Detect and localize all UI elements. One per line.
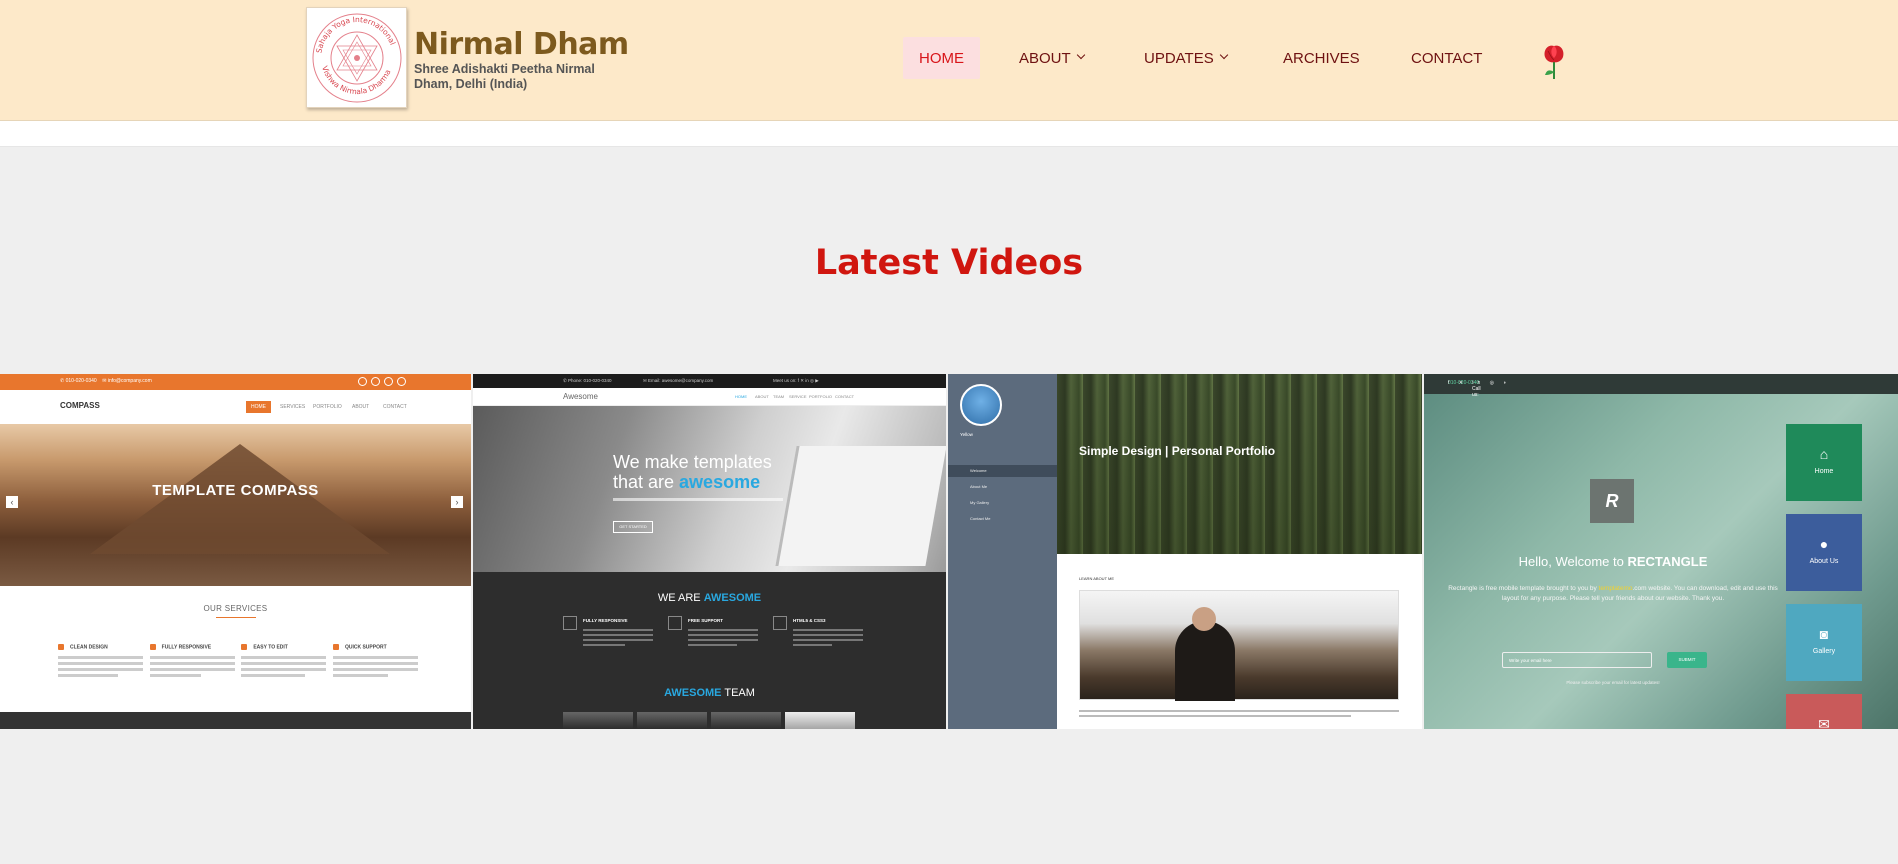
video-thumbnail-awesome[interactable]: ✆ Phone: 010-020-0340 ✉ Email: awesome@c…: [473, 374, 946, 729]
thumb-side-item: Welcome: [948, 465, 1057, 477]
thumb-features: FULLY RESPONSIVE FREE SUPPORT HTML5 & CS…: [563, 616, 863, 649]
site-header: Sahaja Yoga International Vishwa Nirmala…: [0, 0, 1898, 121]
thumb-menu-item: HOME: [246, 401, 271, 413]
videos-row: ✆ 010-020-0340 ✉ info@company.com COMPAS…: [0, 374, 1898, 729]
thumb-social-icons: f ✕ in ◎ ◗: [1448, 380, 1511, 386]
camera-icon: ◙: [1819, 626, 1829, 642]
nav-archives-label: ARCHIVES: [1283, 49, 1360, 67]
thumb-topbar: ✆ 010-020-0340 ✉ info@company.com: [0, 374, 471, 390]
service-item: CLEAN DESIGN: [58, 644, 143, 680]
service-item: QUICK SUPPORT: [332, 644, 418, 680]
thumb-tile-contact: ✉: [1786, 694, 1862, 729]
nav-about[interactable]: ABOUT: [1019, 37, 1085, 79]
chevron-down-icon: [1076, 50, 1085, 60]
thumb-services-title: OUR SERVICES: [203, 604, 268, 613]
thumb-logo: R: [1590, 479, 1634, 523]
avatar: [960, 384, 1002, 426]
thumb-side-item: Contact Me: [970, 516, 991, 521]
thumb-contact-text: ✆ 010-020-0340 ✉ info@company.com: [60, 378, 152, 384]
header-spacer: [0, 121, 1898, 147]
nav-about-label: ABOUT: [1019, 49, 1071, 67]
thumb-hero: TEMPLATE COMPASS ‹ ›: [0, 424, 471, 586]
thumb-hero: Simple Design | Personal Portfolio: [1057, 374, 1422, 554]
site-logo[interactable]: Sahaja Yoga International Vishwa Nirmala…: [306, 7, 407, 108]
thumb-note: Please subscribe your email for latest u…: [1566, 680, 1660, 685]
nav-contact[interactable]: CONTACT: [1411, 37, 1482, 79]
thumb-hero-title: We make templates that are awesome: [613, 452, 772, 492]
svg-text:Sahaja Yoga International: Sahaja Yoga International: [314, 15, 397, 54]
thumb-tile-gallery: ◙ Gallery: [1786, 604, 1862, 681]
thumb-side-item: About Me: [970, 484, 988, 489]
mail-icon: ✉: [1818, 716, 1830, 729]
thumb-section-title: WE ARE AWESOME: [657, 592, 762, 604]
service-item: EASY TO EDIT: [241, 644, 327, 680]
thumb-topbar: Call us: 010-020-0340 f ✕ in ◎ ◗: [1424, 374, 1898, 398]
thumb-menu-item: SERVICES: [280, 404, 306, 410]
thumb-text: [1079, 710, 1399, 720]
thumb-hero-title: Simple Design | Personal Portfolio: [1079, 444, 1276, 458]
thumb-profile-name: Yellow: [960, 432, 973, 437]
user-icon: ●: [1819, 536, 1829, 552]
thumb-hero-title: TEMPLATE COMPASS: [152, 482, 319, 499]
thumb-section-title: LEARN ABOUT ME: [1079, 576, 1115, 581]
thumb-services: CLEAN DESIGN FULLY RESPONSIVE EASY TO ED…: [58, 644, 418, 680]
thumb-nav: COMPASS HOME SERVICES PORTFOLIO ABOUT CO…: [0, 390, 471, 424]
thumb-footer: [0, 712, 471, 729]
thumb-hero-button: GET STARTED: [613, 521, 653, 533]
feature-item: FREE SUPPORT: [668, 616, 758, 649]
divider: [215, 617, 256, 618]
video-thumbnail-rectangle[interactable]: Call us: 010-020-0340 f ✕ in ◎ ◗ R Hello…: [1424, 374, 1898, 729]
thumb-hero-subtitle: [613, 498, 783, 501]
chevron-left-icon: ‹: [6, 496, 18, 508]
nav-updates[interactable]: UPDATES: [1144, 37, 1228, 79]
rose-icon: [1544, 45, 1564, 79]
thumb-nav: Awesome HOME ABOUT TEAM SERVICE PORTFOLI…: [473, 388, 946, 406]
thumb-tile-home: ⌂ Home: [1786, 424, 1862, 501]
thumb-photo: [1079, 590, 1399, 701]
thumb-sidebar: Yellow Welcome About Me My Gallery Conta…: [948, 374, 1057, 729]
nav-updates-label: UPDATES: [1144, 49, 1214, 67]
thumb-email-input: Write your email here: [1502, 652, 1652, 668]
thumb-team-photos: [563, 712, 855, 729]
nav-home[interactable]: HOME: [903, 37, 980, 79]
thumb-tile-about: ● About Us: [1786, 514, 1862, 591]
brand-subtitle: Shree Adishakti Peetha Nirmal Dham, Delh…: [414, 62, 595, 91]
service-item: FULLY RESPONSIVE: [149, 644, 235, 680]
feature-item: HTML5 & CSS3: [773, 616, 863, 649]
chevron-down-icon: [1219, 50, 1228, 60]
thumb-team-title: AWESOME TEAM: [664, 687, 755, 699]
thumb-topbar: ✆ Phone: 010-020-0340 ✉ Email: awesome@c…: [473, 374, 946, 388]
thumb-logo: COMPASS: [60, 401, 100, 410]
brand-title[interactable]: Nirmal Dham: [414, 27, 629, 62]
mountain-shape: [90, 444, 390, 554]
video-thumbnail-compass[interactable]: ✆ 010-020-0340 ✉ info@company.com COMPAS…: [0, 374, 471, 729]
thumb-hero: We make templates that are awesome GET ST…: [473, 406, 946, 572]
thumb-menu-item: ABOUT: [352, 404, 370, 410]
laptop-shape: [775, 446, 946, 566]
thumb-hero-title: Hello, Welcome to RECTANGLE: [1518, 554, 1708, 569]
thumb-submit-button: SUBMIT: [1667, 652, 1707, 668]
nav-home-label: HOME: [919, 49, 964, 67]
thumb-side-item: My Gallery: [970, 500, 990, 505]
nav-archives[interactable]: ARCHIVES: [1283, 37, 1360, 79]
nav-contact-label: CONTACT: [1411, 49, 1483, 67]
thumb-menu-item: CONTACT: [383, 404, 407, 410]
feature-item: FULLY RESPONSIVE: [563, 616, 653, 649]
thumb-menu-item: PORTFOLIO: [313, 404, 342, 410]
sahaja-yoga-seal-icon: Sahaja Yoga International Vishwa Nirmala…: [312, 13, 402, 103]
video-thumbnail-simple-design[interactable]: Yellow Welcome About Me My Gallery Conta…: [948, 374, 1422, 729]
chevron-right-icon: ›: [451, 496, 463, 508]
thumb-logo: Awesome: [563, 392, 598, 401]
section-title: Latest Videos: [814, 243, 1084, 283]
thumb-hero-text: Rectangle is free mobile template brough…: [1448, 585, 1778, 602]
thumb-social-icons: [358, 377, 406, 386]
home-icon: ⌂: [1819, 446, 1829, 462]
